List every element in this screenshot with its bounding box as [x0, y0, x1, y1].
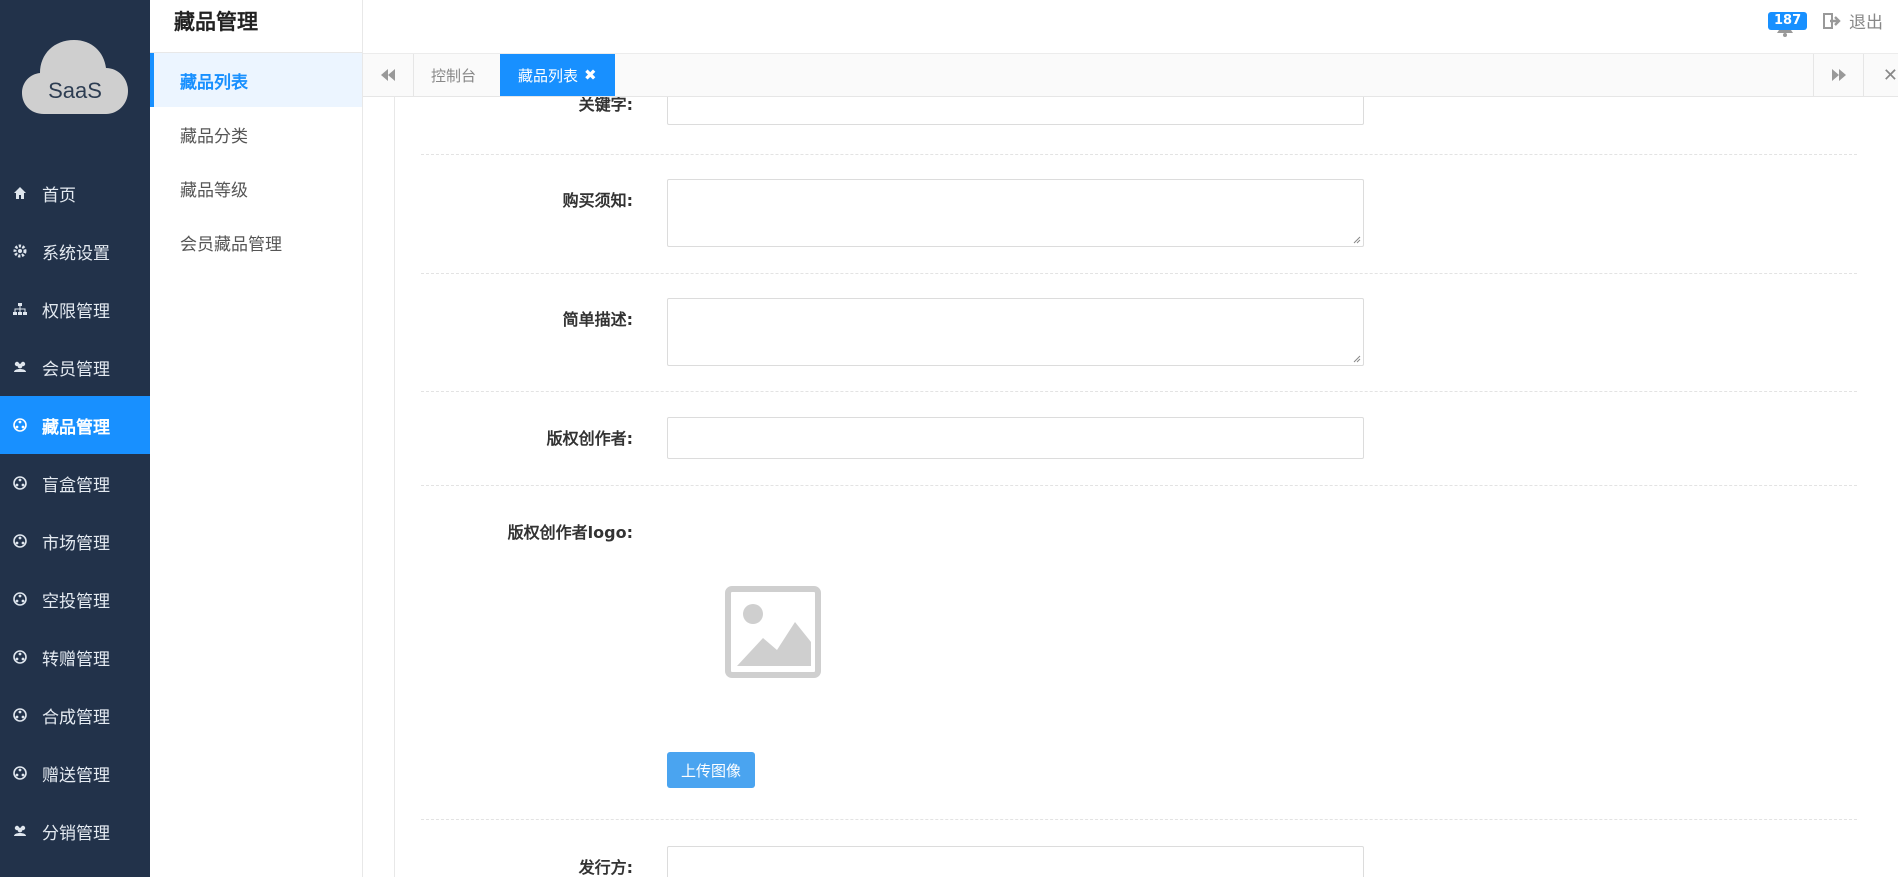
nav-item-member[interactable]: 会员管理 [0, 338, 150, 396]
issuer-label: 发行方: [578, 858, 633, 877]
nav-menu: 首页 系统设置 权限管理 会员管理 藏品管理 盲盒管理 市场管理 空投管理 转赠… [0, 164, 150, 860]
notification-bell[interactable]: 187 [1768, 12, 1808, 38]
cloud-logo-icon [22, 40, 128, 114]
notification-badge: 187 [1768, 12, 1808, 30]
nav-label: 赠送管理 [42, 765, 110, 786]
sub-item-collection-level[interactable]: 藏品等级 [150, 161, 362, 215]
nav-label: 合成管理 [42, 707, 110, 728]
ball-icon [12, 476, 28, 490]
main-content: 关键字: 购买须知: 简单描述: 版权创作者: 版权创作者logo: 上传图像 … [394, 97, 1858, 877]
close-all-tabs-button[interactable]: ✕ [1863, 54, 1898, 96]
keyword-label: 关键字: [578, 97, 633, 114]
divider [421, 154, 1857, 155]
sub-sidebar: 藏品管理 藏品列表 藏品分类 藏品等级 会员藏品管理 [150, 0, 363, 877]
sub-menu: 藏品列表 藏品分类 藏品等级 会员藏品管理 [150, 53, 362, 269]
logout-button[interactable]: 退出 [1823, 8, 1883, 33]
nav-item-blindbox[interactable]: 盲盒管理 [0, 454, 150, 512]
ball-icon [12, 592, 28, 606]
double-right-arrow-icon [1832, 69, 1846, 81]
nav-label: 首页 [42, 185, 76, 206]
notice-textarea[interactable] [667, 179, 1364, 247]
users-icon [12, 824, 28, 838]
nav-item-distribution[interactable]: 分销管理 [0, 802, 150, 860]
nav-item-airdrop[interactable]: 空投管理 [0, 570, 150, 628]
description-label: 简单描述: [562, 310, 633, 329]
issuer-input[interactable] [667, 846, 1364, 877]
tab-scroll-right-button[interactable] [1813, 54, 1864, 96]
tab-dashboard[interactable]: 控制台 [413, 54, 494, 96]
subbar-title: 藏品管理 [174, 10, 258, 34]
nav-label: 空投管理 [42, 591, 110, 612]
nav-label: 分销管理 [42, 823, 110, 844]
sub-item-collection-category[interactable]: 藏品分类 [150, 107, 362, 161]
main-sidebar: SaaS 首页 系统设置 权限管理 会员管理 藏品管理 盲盒管理 市场管理 空投… [0, 0, 150, 877]
ball-icon [12, 534, 28, 548]
author-input[interactable] [667, 417, 1364, 459]
upload-image-button[interactable]: 上传图像 [667, 752, 755, 788]
nav-item-system[interactable]: 系统设置 [0, 222, 150, 280]
sub-item-collection-list[interactable]: 藏品列表 [150, 53, 362, 107]
nav-label: 市场管理 [42, 533, 110, 554]
nav-label: 转赠管理 [42, 649, 110, 670]
nav-label: 会员管理 [42, 359, 110, 380]
nav-label: 权限管理 [42, 301, 110, 322]
divider [421, 819, 1857, 820]
users-icon [12, 360, 28, 374]
nav-item-market[interactable]: 市场管理 [0, 512, 150, 570]
tab-scroll-left-button[interactable] [363, 54, 414, 96]
logout-label: 退出 [1849, 13, 1883, 33]
logout-icon [1823, 12, 1841, 29]
close-icon[interactable]: ✖ [584, 66, 597, 84]
sitemap-icon [12, 302, 28, 316]
nav-item-transfer[interactable]: 转赠管理 [0, 628, 150, 686]
description-textarea[interactable] [667, 298, 1364, 366]
tab-label: 藏品列表 [518, 66, 579, 85]
nav-item-gift[interactable]: 赠送管理 [0, 744, 150, 802]
tab-bar: 控制台 藏品列表 ✖ ✕ [363, 54, 1898, 97]
nav-label: 盲盒管理 [42, 475, 110, 496]
nav-item-collection[interactable]: 藏品管理 [0, 396, 150, 454]
resize-handle-icon[interactable] [1351, 353, 1361, 363]
divider [421, 391, 1857, 392]
image-placeholder-icon [725, 586, 821, 678]
sub-item-member-collection[interactable]: 会员藏品管理 [150, 215, 362, 269]
close-icon: ✕ [1882, 64, 1898, 86]
notice-label: 购买须知: [562, 191, 633, 210]
author-logo-label: 版权创作者logo: [507, 523, 633, 542]
ball-icon [12, 766, 28, 780]
divider [421, 485, 1857, 486]
gear-icon [12, 244, 28, 258]
home-icon [12, 186, 28, 200]
tab-collection-list[interactable]: 藏品列表 ✖ [500, 54, 615, 96]
keyword-input[interactable] [667, 97, 1364, 125]
author-label: 版权创作者: [546, 429, 633, 448]
ball-icon [12, 708, 28, 722]
nav-label: 系统设置 [42, 243, 110, 264]
top-bar: 187 退出 [363, 0, 1898, 54]
ball-icon [12, 418, 28, 432]
tab-label: 控制台 [431, 66, 477, 85]
nav-item-permission[interactable]: 权限管理 [0, 280, 150, 338]
divider [421, 273, 1857, 274]
double-left-arrow-icon [381, 69, 395, 81]
nav-label: 藏品管理 [42, 417, 110, 438]
logo: SaaS [22, 38, 128, 116]
logo-text: SaaS [48, 78, 102, 103]
ball-icon [12, 650, 28, 664]
nav-item-home[interactable]: 首页 [0, 164, 150, 222]
nav-item-synthesis[interactable]: 合成管理 [0, 686, 150, 744]
resize-handle-icon[interactable] [1351, 234, 1361, 244]
